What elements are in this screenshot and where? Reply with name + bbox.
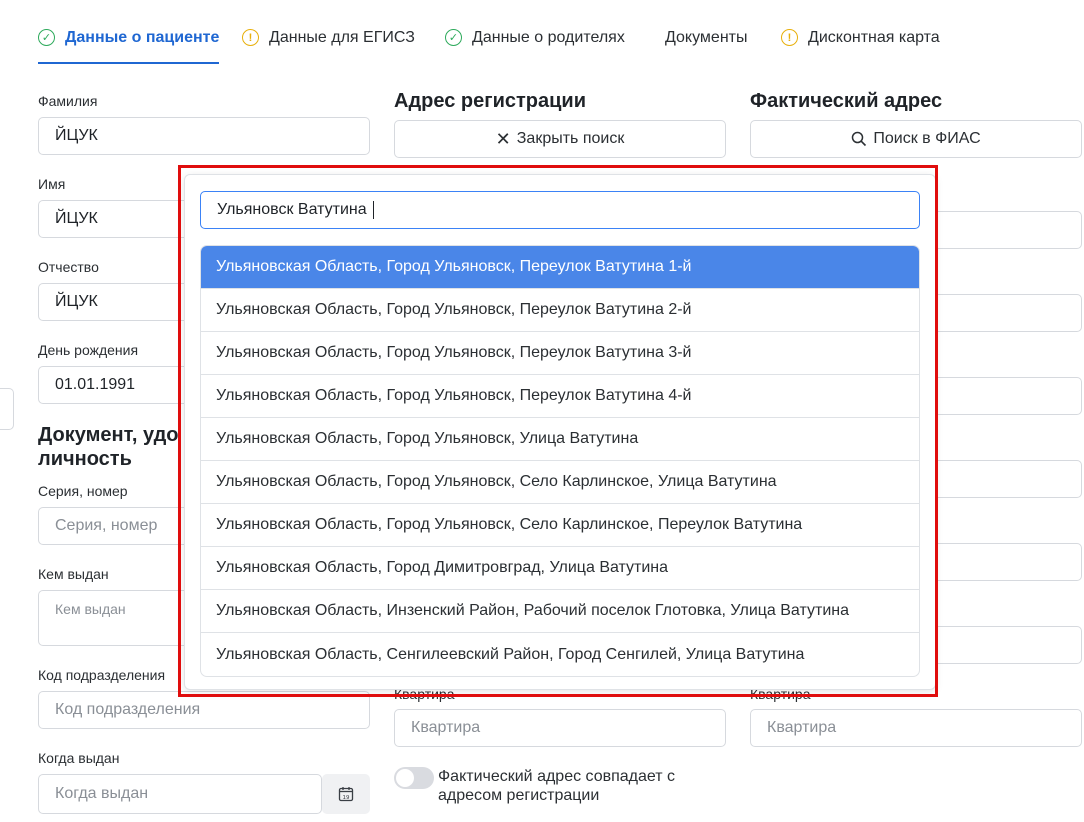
calendar-button[interactable]: 19 [322, 774, 370, 814]
birthday-label: День рождения [38, 342, 139, 358]
tab-egisz-data[interactable]: ! Данные для ЕГИСЗ [242, 26, 415, 64]
close-search-label: Закрыть поиск [516, 130, 625, 147]
tab-label: Дисконтная карта [808, 29, 940, 46]
tab-bar: ✓ Данные о пациенте ! Данные для ЕГИСЗ ✓… [38, 26, 1048, 64]
address-match-label: Фактический адрес совпадает с адресом ре… [438, 768, 676, 804]
surname-field[interactable]: ЙЦУК [38, 117, 370, 155]
tab-discount-card[interactable]: ! Дисконтная карта [781, 26, 940, 64]
warning-circle-icon: ! [781, 29, 798, 46]
document-heading-line1: Документ, удо [38, 424, 179, 446]
tab-label: Данные о родителях [472, 29, 625, 46]
check-circle-icon: ✓ [38, 29, 55, 46]
calendar-icon: 19 [338, 787, 354, 802]
tab-documents[interactable]: Документы [665, 26, 747, 64]
actual-apartment-input[interactable]: Квартира [750, 709, 1082, 747]
check-circle-icon: ✓ [445, 29, 462, 46]
issue-date-input[interactable]: Когда выдан [38, 774, 322, 814]
registration-address-heading: Адрес регистрации [394, 90, 587, 112]
highlight-frame [178, 165, 938, 697]
tab-label: Данные для ЕГИСЗ [269, 29, 415, 46]
patronymic-label: Отчество [38, 259, 99, 275]
document-heading-line2: личность [38, 448, 132, 470]
close-search-button[interactable]: ✕ Закрыть поиск [394, 120, 726, 158]
issued-by-label: Кем выдан [38, 566, 109, 582]
series-label: Серия, номер [38, 483, 128, 499]
warning-circle-icon: ! [242, 29, 259, 46]
surname-label: Фамилия [38, 93, 98, 109]
tab-label: Документы [665, 29, 748, 46]
issue-date-label: Когда выдан [38, 750, 120, 766]
tab-patient-data[interactable]: ✓ Данные о пациенте [38, 26, 220, 64]
svg-text:19: 19 [343, 795, 350, 801]
actual-address-heading: Фактический адрес [750, 90, 943, 112]
side-panel-handle[interactable] [0, 388, 14, 430]
search-icon [852, 131, 867, 147]
fias-search-label: Поиск в ФИАС [873, 130, 981, 147]
fias-search-button[interactable]: Поиск в ФИАС [750, 120, 1082, 158]
close-icon: ✕ [495, 129, 511, 149]
tab-label: Данные о пациенте [65, 29, 220, 46]
tab-parents-data[interactable]: ✓ Данные о родителях [445, 26, 625, 64]
name-label: Имя [38, 176, 66, 192]
department-code-label: Код подразделения [38, 667, 166, 683]
registration-apartment-input[interactable]: Квартира [394, 709, 726, 747]
address-match-toggle[interactable] [394, 767, 434, 789]
